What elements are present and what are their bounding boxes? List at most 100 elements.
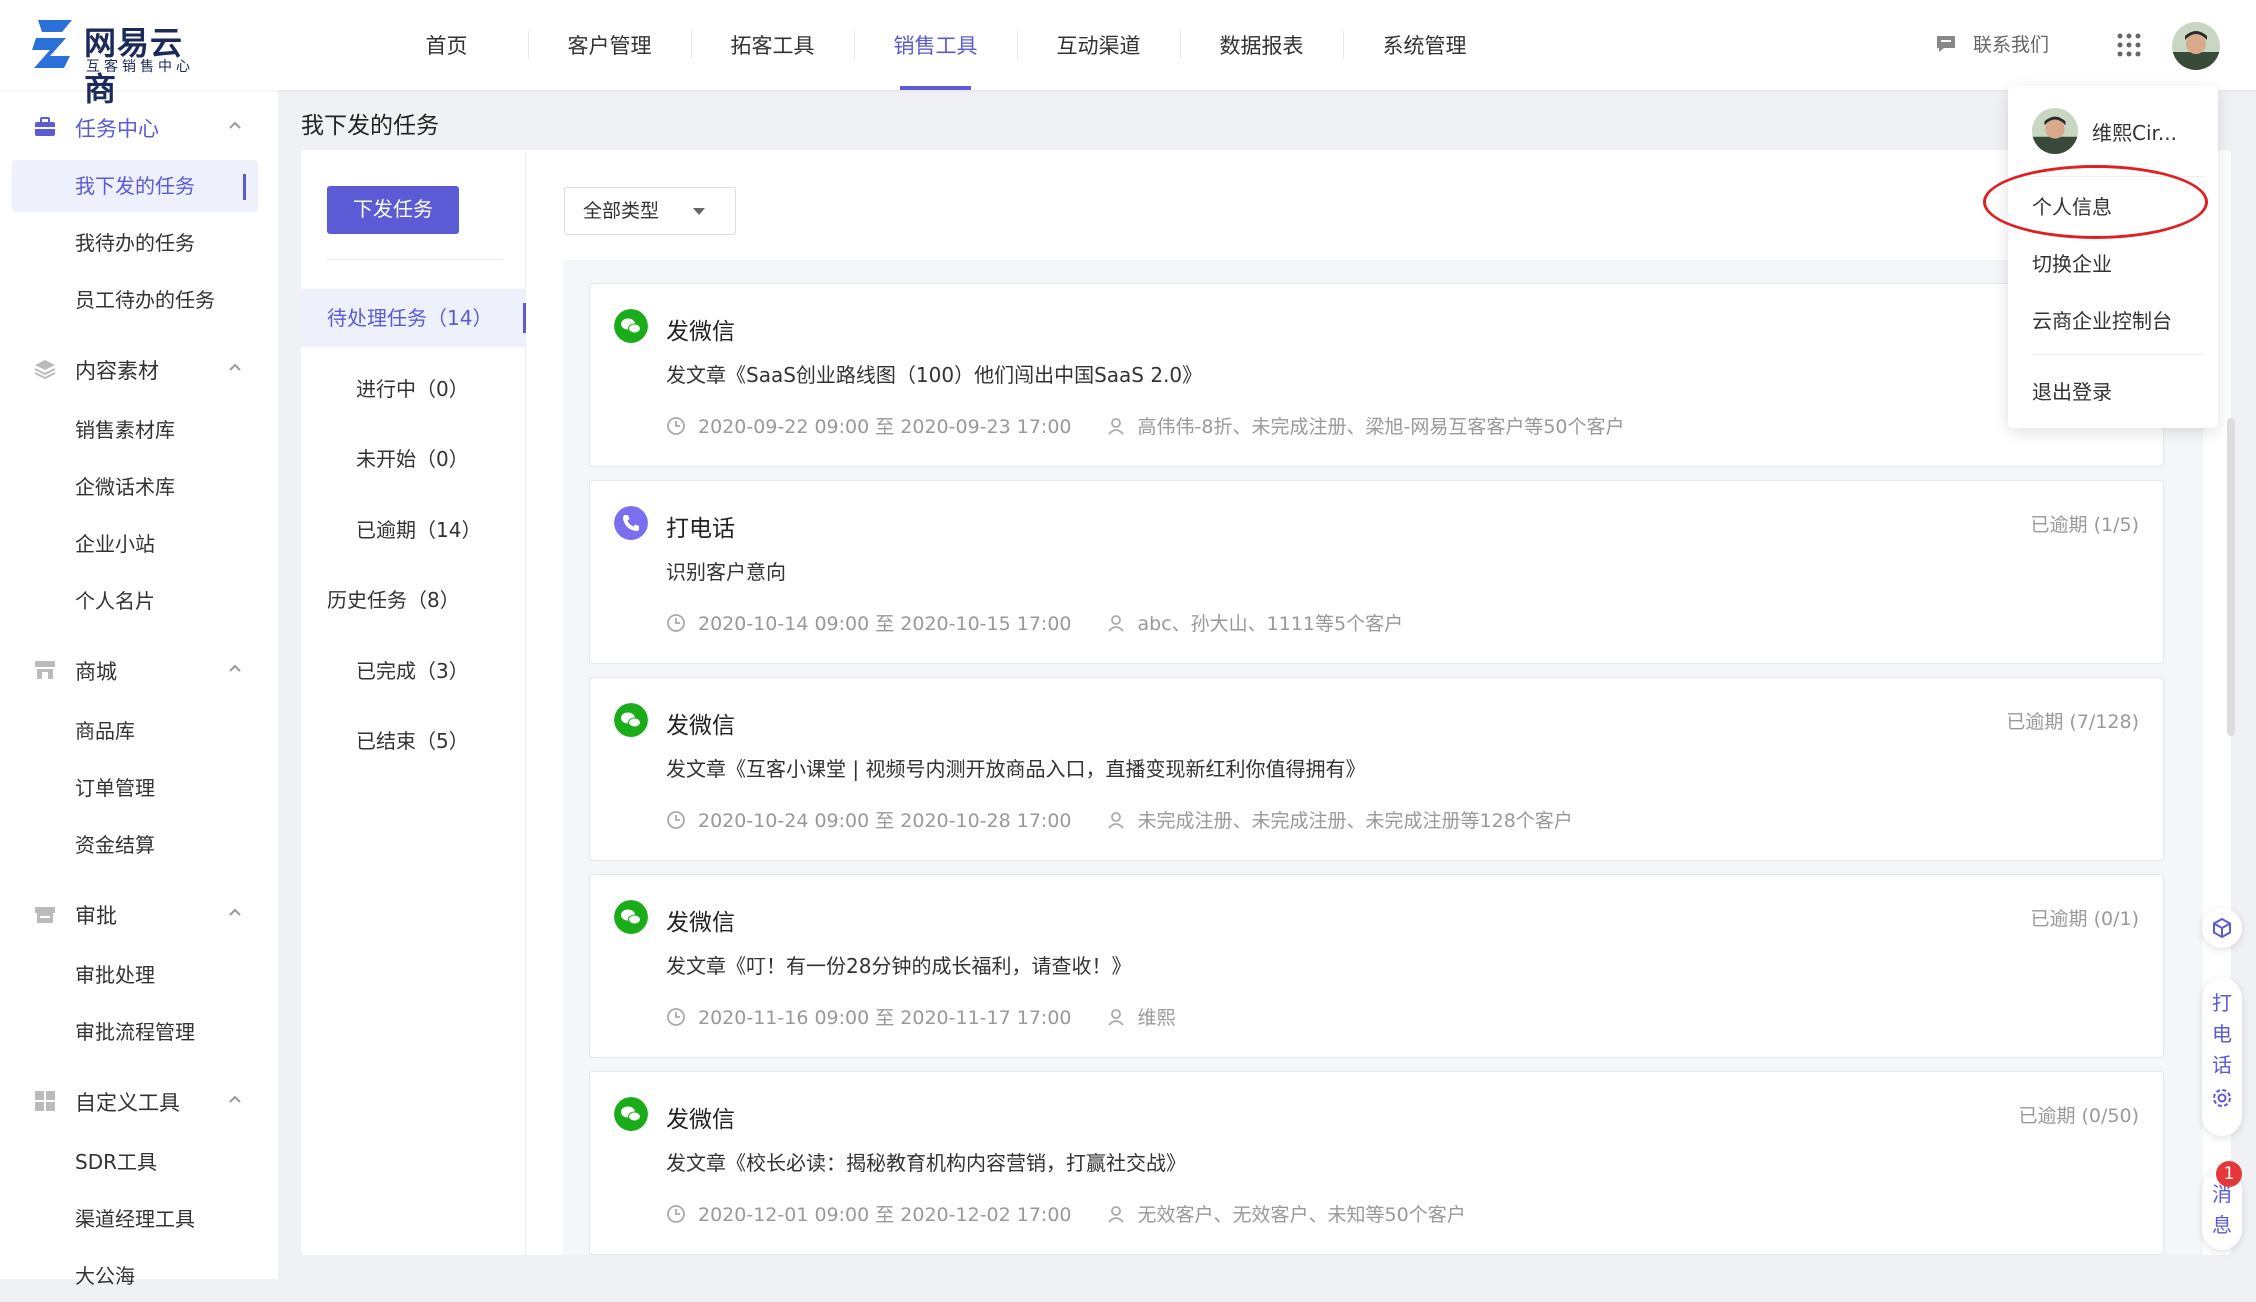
sidebar-item-order-management[interactable]: 订单管理 [12, 762, 258, 814]
divider [327, 259, 503, 260]
type-filter-select[interactable]: 全部类型 [564, 187, 736, 235]
user-menu-dropdown: 维熙Cir... 个人信息 切换企业 云商企业控制台 退出登录 [2008, 86, 2218, 428]
menu-item-switch-company[interactable]: 切换企业 [2032, 248, 2112, 277]
apps-grid-icon[interactable] [2117, 33, 2141, 57]
phone-icon [614, 506, 648, 540]
cube-tool-button[interactable] [2202, 908, 2242, 948]
status-pending[interactable]: 待处理任务（14） [301, 289, 526, 347]
clock-icon [667, 1204, 685, 1223]
brand-subtitle: 互客销售中心 [86, 59, 194, 75]
chevron-up-icon [229, 121, 241, 129]
wechat-icon [614, 1097, 648, 1131]
user-icon [1107, 614, 1124, 632]
task-meta: 2020-11-16 09:00 至 2020-11-17 17:00 维熙 [666, 1003, 1176, 1030]
task-customers: 高伟伟-8折、未完成注册、梁旭-网易互客客户等50个客户 [1137, 416, 1625, 438]
task-panel: 下发任务 待处理任务（14） 进行中（0） 未开始（0） 已逾期（14） 历史任… [301, 150, 2235, 1255]
sidebar-item-wecom-scripts[interactable]: 企微话术库 [12, 461, 258, 513]
task-description: 发文章《叮！有一份28分钟的成长福利，请查收！》 [666, 954, 1132, 978]
sidebar-item-public-pool[interactable]: 大公海 [12, 1250, 258, 1302]
task-card[interactable]: 发微信 已逾期 (0/50) 发文章《校长必读：揭秘教育机构内容营销，打赢社交战… [589, 1071, 2164, 1255]
user-icon [1107, 811, 1124, 829]
call-tool-button[interactable]: 打电话 [2202, 978, 2242, 1136]
user-menu-profile: 维熙Cir... [2032, 108, 2177, 154]
sidebar-item-product-library[interactable]: 商品库 [12, 705, 258, 757]
gear-icon [2213, 1089, 2231, 1107]
shop-icon [35, 661, 55, 679]
sidebar-item-business-card[interactable]: 个人名片 [12, 575, 258, 627]
status-ended[interactable]: 已结束（5） [301, 712, 526, 770]
briefcase-icon [35, 117, 55, 136]
nav-customers[interactable]: 客户管理 [528, 0, 691, 90]
task-customers: 维熙 [1137, 1007, 1176, 1029]
sidebar-group-custom-tools[interactable]: 自定义工具 [0, 1072, 278, 1128]
task-list: 发微信 发文章《SaaS创业路线图（100）他们闯出中国SaaS 2.0》 20… [563, 260, 2203, 1255]
main-nav: 首页 客户管理 拓客工具 销售工具 互动渠道 数据报表 系统管理 [365, 0, 1506, 90]
highlight-circle [1983, 165, 2208, 239]
task-type: 发微信 [666, 713, 735, 739]
task-status: 已逾期 (0/50) [2018, 1105, 2139, 1127]
task-status: 已逾期 (1/5) [2030, 514, 2139, 536]
brand-logo[interactable]: 网易云商 互客销售中心 [32, 16, 212, 108]
nav-prospecting[interactable]: 拓客工具 [691, 0, 854, 90]
nav-home[interactable]: 首页 [365, 0, 528, 90]
user-icon [1107, 1008, 1124, 1026]
task-time: 2020-11-16 09:00 至 2020-11-17 17:00 [698, 1007, 1072, 1029]
user-icon [1107, 1205, 1124, 1223]
avatar [2032, 108, 2078, 154]
task-description: 发文章《SaaS创业路线图（100）他们闯出中国SaaS 2.0》 [666, 363, 1203, 387]
status-history[interactable]: 历史任务（8） [301, 571, 526, 629]
user-avatar[interactable] [2172, 22, 2220, 70]
page-title: 我下发的任务 [301, 113, 439, 139]
status-not-started[interactable]: 未开始（0） [301, 430, 526, 488]
contact-us-link[interactable]: 联系我们 [1935, 30, 2049, 57]
task-status: 已逾期 (7/128) [2006, 711, 2139, 733]
task-description: 发文章《校长必读：揭秘教育机构内容营销，打赢社交战》 [666, 1151, 1186, 1175]
sidebar-group-label: 内容素材 [75, 359, 159, 383]
layers-icon [34, 360, 56, 380]
sidebar-item-approval-flow[interactable]: 审批流程管理 [12, 1006, 258, 1058]
sidebar: 任务中心 我下发的任务 我待办的任务 员工待办的任务 内容素材 销售素材库 企微… [0, 90, 278, 1288]
task-card[interactable]: 打电话 已逾期 (1/5) 识别客户意向 2020-10-14 09:00 至 … [589, 480, 2164, 664]
sidebar-item-channel-manager-tool[interactable]: 渠道经理工具 [12, 1193, 258, 1245]
sidebar-item-approval-processing[interactable]: 审批处理 [12, 949, 258, 1001]
nav-reports[interactable]: 数据报表 [1180, 0, 1343, 90]
sidebar-item-sales-materials[interactable]: 销售素材库 [12, 404, 258, 456]
sidebar-item-staff-todo-tasks[interactable]: 员工待办的任务 [12, 274, 258, 326]
sidebar-item-mini-site[interactable]: 企业小站 [12, 518, 258, 570]
nav-sales-tools[interactable]: 销售工具 [854, 0, 1017, 90]
wechat-icon [614, 900, 648, 934]
sidebar-item-sdr-tool[interactable]: SDR工具 [12, 1136, 258, 1188]
status-overdue[interactable]: 已逾期（14） [301, 501, 526, 559]
task-card[interactable]: 发微信 发文章《SaaS创业路线图（100）他们闯出中国SaaS 2.0》 20… [589, 283, 2164, 467]
sidebar-item-my-issued-tasks[interactable]: 我下发的任务 [12, 160, 258, 212]
sidebar-item-fund-settlement[interactable]: 资金结算 [12, 819, 258, 871]
wechat-icon [614, 309, 648, 343]
sidebar-item-my-todo-tasks[interactable]: 我待办的任务 [12, 217, 258, 269]
top-bar: 网易云商 互客销售中心 首页 客户管理 拓客工具 销售工具 互动渠道 数据报表 … [0, 0, 2256, 108]
message-tool-label: 消息 [2212, 1182, 2232, 1237]
nav-system[interactable]: 系统管理 [1343, 0, 1506, 90]
nav-channels[interactable]: 互动渠道 [1017, 0, 1180, 90]
sidebar-group-content[interactable]: 内容素材 [0, 340, 278, 396]
task-time: 2020-12-01 09:00 至 2020-12-02 17:00 [698, 1204, 1072, 1226]
clock-icon [667, 810, 685, 829]
sidebar-group-approval[interactable]: 审批 [0, 885, 278, 941]
sidebar-group-label: 商城 [75, 660, 117, 684]
issue-task-button[interactable]: 下发任务 [327, 186, 459, 234]
logo-mark-icon [32, 20, 72, 68]
sidebar-group-mall[interactable]: 商城 [0, 641, 278, 697]
menu-item-enterprise-console[interactable]: 云商企业控制台 [2032, 305, 2172, 334]
task-type: 打电话 [666, 516, 735, 542]
clock-icon [667, 613, 685, 632]
menu-item-logout[interactable]: 退出登录 [2032, 376, 2112, 405]
task-description: 识别客户意向 [666, 560, 786, 584]
message-count-badge: 1 [2216, 1161, 2242, 1187]
task-card[interactable]: 发微信 已逾期 (0/1) 发文章《叮！有一份28分钟的成长福利，请查收！》 2… [589, 874, 2164, 1058]
status-completed[interactable]: 已完成（3） [301, 642, 526, 700]
chevron-up-icon [229, 1095, 241, 1103]
task-time: 2020-10-24 09:00 至 2020-10-28 17:00 [698, 810, 1072, 832]
task-card[interactable]: 发微信 已逾期 (7/128) 发文章《互客小课堂 | 视频号内测开放商品入口，… [589, 677, 2164, 861]
task-list-scrollbar[interactable] [2227, 418, 2235, 736]
status-in-progress[interactable]: 进行中（0） [301, 360, 526, 418]
chevron-up-icon [229, 908, 241, 916]
